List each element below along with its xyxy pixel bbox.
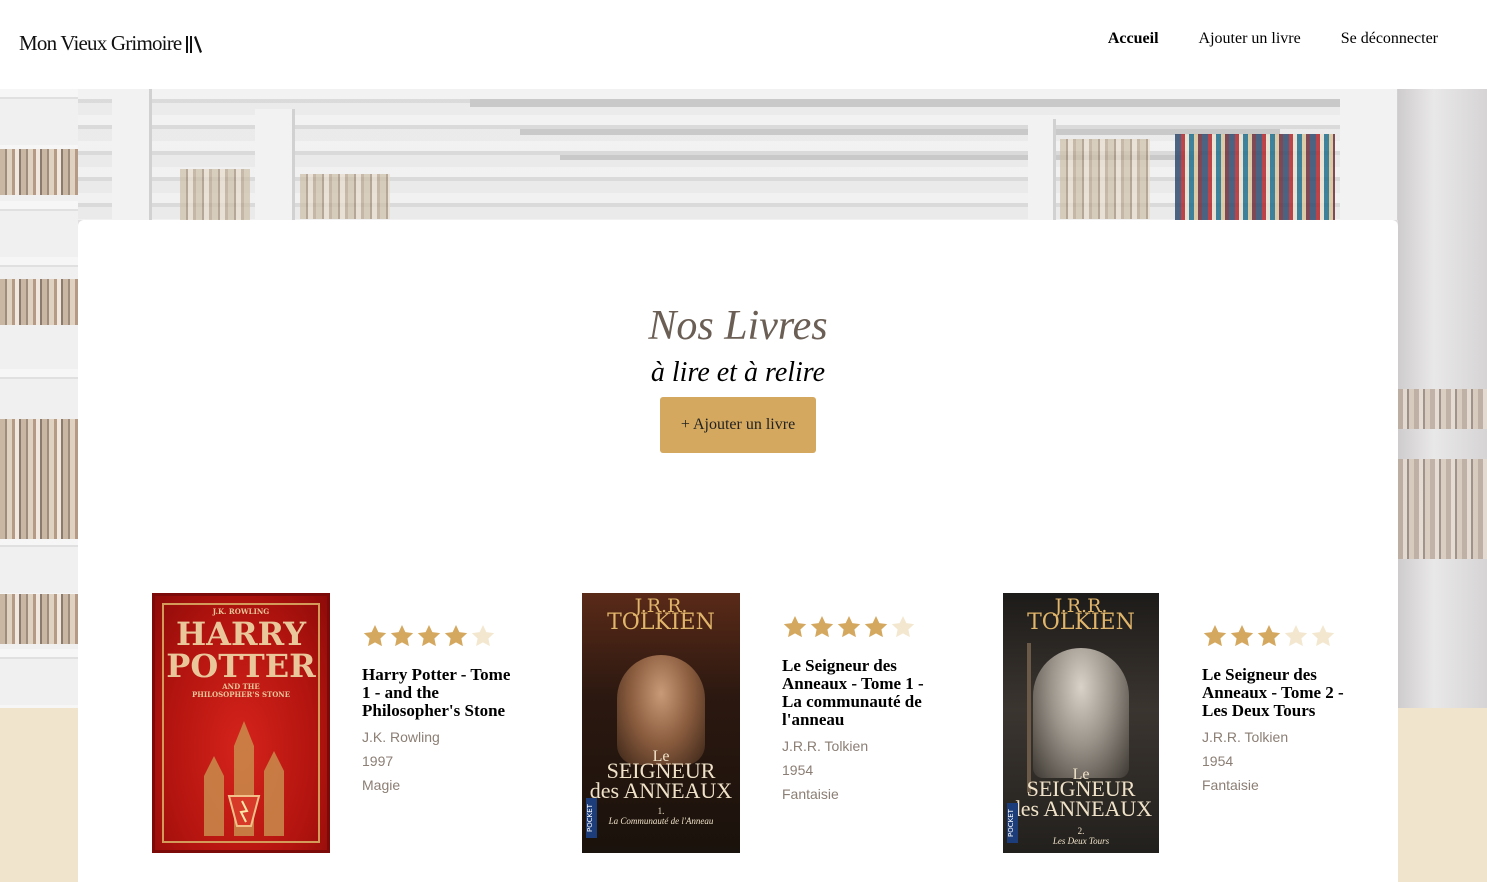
hero-books (0, 419, 78, 539)
page-title: Nos Livres (648, 303, 828, 349)
star-empty-icon (471, 624, 495, 647)
book-year: 1954 (782, 762, 814, 778)
star-filled-icon (363, 624, 387, 647)
hero-books (0, 594, 78, 644)
cover-author-bottom: TOLKIEN (607, 610, 715, 635)
star-filled-icon (783, 615, 807, 638)
castle-illustration (204, 721, 284, 836)
add-book-button[interactable]: + Ajouter un livre (660, 397, 816, 453)
hero-shelf-post (1340, 89, 1400, 220)
star-filled-icon (444, 624, 468, 647)
book-title[interactable]: Le Seigneur des Anneaux - Tome 1 - La co… (782, 657, 932, 729)
cover-subtitle: La Communauté de l'Anneau (608, 816, 714, 826)
cover-portrait (1033, 648, 1129, 778)
cover-series-3: des ANNEAUX (589, 778, 733, 803)
rating-stars (782, 614, 932, 644)
book-info-1: Harry Potter - Tome 1 - and the Philosop… (362, 623, 512, 792)
star-empty-icon (1284, 624, 1308, 647)
book-genre: Fantaisie (782, 786, 839, 802)
hero-books (1398, 459, 1487, 559)
cover-title-line4: PHILOSOPHER'S STONE (191, 690, 291, 699)
cover-publisher: POCKET (586, 798, 597, 838)
hero-books (300, 174, 390, 219)
hero-books (1175, 134, 1335, 220)
nav-deconnecter[interactable]: Se déconnecter (1341, 30, 1438, 48)
page-subtitle: à lire et à relire (650, 357, 826, 388)
book-year: 1954 (1202, 753, 1234, 769)
hero-shelf-post (112, 89, 152, 220)
main-nav: Accueil Ajouter un livre Se déconnecter (1108, 30, 1438, 48)
book-author: J.R.R. Tolkien (782, 738, 869, 754)
rating-stars (362, 623, 512, 653)
hero-beam (520, 129, 1280, 135)
cover-author-bottom: TOLKIEN (1027, 610, 1135, 635)
cover-publisher: POCKET (1007, 803, 1018, 843)
cover-subtitle: Les Deux Tours (1052, 836, 1110, 846)
hero-books (0, 149, 78, 195)
cover-title-line2: POTTER (166, 647, 316, 685)
hero-shelf-post (1028, 119, 1056, 220)
cover-title-line1: HARRY (175, 615, 307, 653)
book-title[interactable]: Le Seigneur des Anneaux - Tome 2 - Les D… (1202, 666, 1352, 720)
star-filled-icon (864, 615, 888, 638)
cover-series-3: des ANNEAUX (1009, 796, 1153, 821)
book-cover-3[interactable]: J.R.R. TOLKIEN Le SEIGNEUR des ANNEAUX 2… (1003, 593, 1159, 853)
star-empty-icon (1311, 624, 1335, 647)
hero-shelf-post (255, 109, 295, 220)
logo-text: Mon Vieux Grimoire (19, 31, 182, 55)
book-info-2: Le Seigneur des Anneaux - Tome 1 - La co… (782, 614, 932, 801)
hero-books (0, 279, 78, 325)
book-info-3: Le Seigneur des Anneaux - Tome 2 - Les D… (1202, 623, 1352, 792)
book-genre: Magie (362, 777, 401, 793)
book-author: J.R.R. Tolkien (1202, 729, 1289, 745)
star-filled-icon (390, 624, 414, 647)
star-filled-icon (417, 624, 441, 647)
star-filled-icon (1257, 624, 1281, 647)
book-title[interactable]: Harry Potter - Tome 1 - and the Philosop… (362, 666, 512, 720)
hero-beam (470, 99, 1370, 107)
book-year: 1997 (362, 753, 394, 769)
star-filled-icon (1230, 624, 1254, 647)
book-author: J.K. Rowling (362, 729, 440, 745)
rating-stars (1202, 623, 1352, 653)
book-cover-1[interactable]: J.K. ROWLING HARRY POTTER AND THE PHILOS… (152, 593, 330, 853)
star-filled-icon (837, 615, 861, 638)
star-filled-icon (810, 615, 834, 638)
star-empty-icon (891, 615, 915, 638)
nav-ajouter-livre[interactable]: Ajouter un livre (1199, 30, 1301, 48)
site-header: Mon Vieux Grimoire Accueil Ajouter un li… (0, 0, 1487, 89)
hero-books (1398, 389, 1487, 429)
books-icon (186, 35, 203, 53)
hero-books (1060, 139, 1150, 219)
nav-accueil[interactable]: Accueil (1108, 30, 1159, 48)
site-logo[interactable]: Mon Vieux Grimoire (19, 31, 203, 56)
star-filled-icon (1203, 624, 1227, 647)
books-card: Nos Livres à lire et à relire + Ajouter … (78, 220, 1398, 882)
book-genre: Fantaisie (1202, 777, 1259, 793)
book-cover-2[interactable]: J.R.R. TOLKIEN Le SEIGNEUR des ANNEAUX 1… (582, 593, 740, 853)
